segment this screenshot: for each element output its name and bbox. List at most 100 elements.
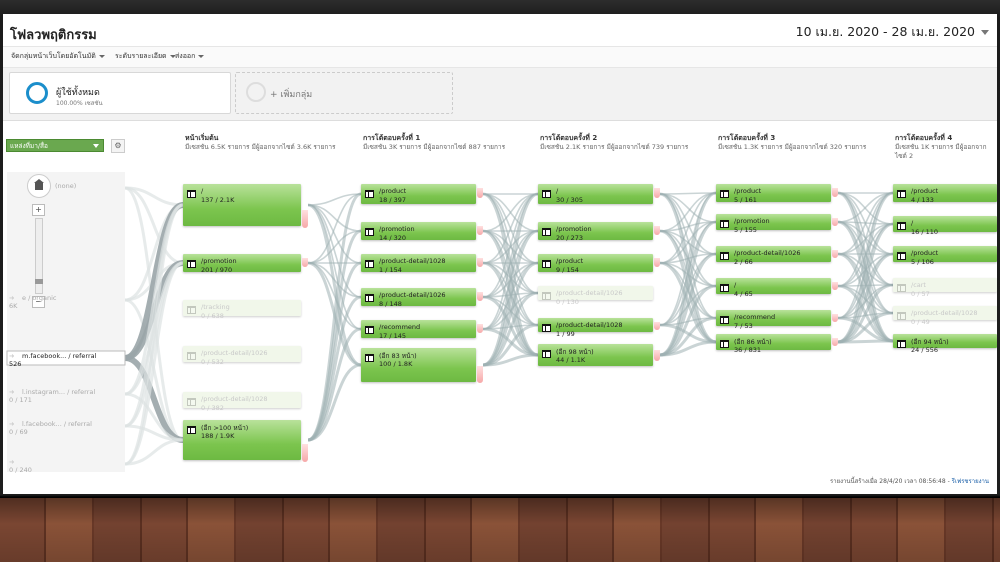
column-summary: มีเซสชัน 2.1K รายการ มีผู้ออกจากไซต์ 739… xyxy=(540,143,689,151)
analytics-panel: โฟลวพฤติกรรม 10 เม.ย. 2020 - 28 เม.ย. 20… xyxy=(3,14,997,494)
dropoff-indicator[interactable] xyxy=(654,258,660,267)
flow-node[interactable]: /137 / 2.1K xyxy=(183,184,301,226)
segment-all-users[interactable]: ผู้ใช้ทั้งหมด 100.00% เซสชัน xyxy=(9,72,231,114)
flow-node[interactable]: /recommend 7 / 53 xyxy=(716,310,831,330)
flow-node[interactable]: /product 4 / 133 xyxy=(893,184,997,204)
refresh-report-link[interactable]: รีเฟรชรายงาน xyxy=(952,478,989,485)
flow-node[interactable]: /recommend 17 / 145 xyxy=(361,320,476,340)
gear-icon[interactable]: ⚙ xyxy=(111,139,125,153)
auto-group-pages-menu[interactable]: จัดกลุ่มหน้าเว็บโดยอัตโนมัติ xyxy=(11,51,105,62)
segment-bar: ผู้ใช้ทั้งหมด 100.00% เซสชัน + เพิ่มกลุ่… xyxy=(3,68,997,121)
column-title: หน้าเริ่มต้น xyxy=(185,134,219,142)
flow-node[interactable]: (อีก 83 หน้า) 100 / 1.8K xyxy=(361,348,476,382)
dropoff-indicator[interactable] xyxy=(477,324,483,333)
node-page-name: /cart xyxy=(911,281,926,289)
flow-node[interactable]: /product-detail/1026 0 / 130 xyxy=(538,286,653,306)
flow-node[interactable]: (อีก 94 หน้า) 24 / 556 xyxy=(893,334,997,354)
flow-node[interactable]: /product 9 / 154 xyxy=(538,254,653,274)
arrow-right-icon: ➜ xyxy=(9,294,15,302)
dropoff-indicator[interactable] xyxy=(654,188,660,198)
empty-ring-icon xyxy=(246,82,266,102)
report-header: โฟลวพฤติกรรม 10 เม.ย. 2020 - 28 เม.ย. 20… xyxy=(3,14,997,44)
flow-node[interactable]: (อีก 86 หน้า) 36 / 831 xyxy=(716,334,831,354)
dropoff-indicator[interactable] xyxy=(477,188,483,198)
source-label: l.facebook... / referral xyxy=(22,420,92,428)
source-label: m.facebook... / referral xyxy=(22,352,97,360)
flow-node[interactable]: /product-detail/1026 2 / 66 xyxy=(716,246,831,266)
page-group-icon xyxy=(720,284,729,292)
flow-node[interactable]: /promotion 20 / 273 xyxy=(538,222,653,242)
dropoff-indicator[interactable] xyxy=(832,250,838,258)
dropoff-indicator[interactable] xyxy=(302,444,308,462)
page-group-icon xyxy=(365,294,374,302)
flow-node[interactable]: (อีก 98 หน้า) 44 / 1.1K xyxy=(538,344,653,366)
source-label: e / organic xyxy=(22,294,57,302)
zoom-slider[interactable] xyxy=(35,218,43,294)
flow-node[interactable]: /30 / 305 xyxy=(538,184,653,204)
dropoff-indicator[interactable] xyxy=(477,258,483,267)
flow-node[interactable]: /product-detail/1026 0 / 532 xyxy=(183,346,301,366)
source-row[interactable]: ➜ e / organic 6K xyxy=(9,294,56,310)
source-row[interactable]: ➜ 0 / 240 xyxy=(9,458,32,474)
dropoff-indicator[interactable] xyxy=(832,314,838,322)
node-stats: 36 / 831 xyxy=(734,346,761,354)
flow-node[interactable]: /promotion 201 / 970 xyxy=(183,254,301,274)
column-title: การโต้ตอบครั้งที่ 1 xyxy=(363,134,421,142)
add-segment-button[interactable]: + เพิ่มกลุ่ม xyxy=(235,72,453,114)
dropoff-indicator[interactable] xyxy=(832,338,838,346)
flow-node[interactable]: /product-detail/1028 0 / 49 xyxy=(893,306,997,326)
flow-node[interactable]: /promotion 14 / 320 xyxy=(361,222,476,242)
flow-node[interactable]: /promotion 5 / 155 xyxy=(716,214,831,234)
flow-node[interactable]: /product-detail/1028 1 / 154 xyxy=(361,254,476,274)
flow-node[interactable]: /product 18 / 397 xyxy=(361,184,476,204)
flow-node[interactable]: /product-detail/1026 8 / 148 xyxy=(361,288,476,308)
zoom-slider-thumb[interactable] xyxy=(35,279,43,284)
dropoff-indicator[interactable] xyxy=(832,188,838,197)
node-stats: 4 / 133 xyxy=(911,196,934,204)
node-stats: 201 / 970 xyxy=(201,266,233,274)
flow-node[interactable]: /4 / 65 xyxy=(716,278,831,298)
dimension-select-label: แหล่งที่มา/สื่อ xyxy=(10,141,48,150)
dropoff-indicator[interactable] xyxy=(654,322,660,330)
source-row[interactable]: (none) xyxy=(55,182,76,190)
dropoff-indicator[interactable] xyxy=(302,210,308,228)
flow-node[interactable]: /cart 0 / 57 xyxy=(893,278,997,298)
date-range-picker[interactable]: 10 เม.ย. 2020 - 28 เม.ย. 2020 xyxy=(796,22,989,42)
flow-node[interactable]: /product-detail/1028 1 / 99 xyxy=(538,318,653,338)
zoom-in-button[interactable]: + xyxy=(32,204,45,216)
node-page-name: / xyxy=(734,281,737,289)
dropoff-indicator[interactable] xyxy=(302,258,308,267)
source-value: 0 / 69 xyxy=(9,428,28,436)
source-row[interactable]: ➜ l.facebook... / referral 0 / 69 xyxy=(9,420,92,436)
node-stats: 8 / 148 xyxy=(379,300,402,308)
dropoff-indicator[interactable] xyxy=(654,350,660,361)
node-page-name: /product-detail/1026 xyxy=(201,349,268,357)
node-page-name: /promotion xyxy=(734,217,770,225)
home-pan-icon[interactable] xyxy=(27,174,51,198)
dimension-select[interactable]: แหล่งที่มา/สื่อ xyxy=(6,139,104,152)
flow-node[interactable]: /tracking 0 / 638 xyxy=(183,300,301,320)
column-header: การโต้ตอบครั้งที่ 1 มีเซสชัน 3K รายการ มี… xyxy=(363,134,535,152)
dropoff-indicator[interactable] xyxy=(477,366,483,383)
source-row[interactable]: ➜ l.instagram... / referral 0 / 171 xyxy=(9,388,95,404)
flow-node[interactable]: /product 5 / 106 xyxy=(893,246,997,266)
column-summary: มีเซสชัน 6.5K รายการ มีผู้ออกจากไซต์ 3.6… xyxy=(185,143,336,151)
node-page-name: /product-detail/1026 xyxy=(734,249,801,257)
dropoff-indicator[interactable] xyxy=(477,226,483,235)
dropoff-indicator[interactable] xyxy=(477,292,483,301)
flow-node[interactable]: (อีก >100 หน้า) 188 / 1.9K xyxy=(183,420,301,460)
source-row[interactable]: ➜ m.facebook... / referral 526 xyxy=(9,352,96,368)
page-group-icon xyxy=(365,260,374,268)
export-menu[interactable]: ส่งออก xyxy=(175,51,205,62)
dropoff-indicator[interactable] xyxy=(832,282,838,290)
dropoff-indicator[interactable] xyxy=(832,218,838,226)
dropoff-indicator[interactable] xyxy=(654,226,660,235)
behavior-flow-canvas[interactable]: แหล่งที่มา/สื่อ ⚙ + − (none) ➜ e / organic… xyxy=(3,122,997,474)
flow-node[interactable]: /product-detail/1028 0 / 382 xyxy=(183,392,301,412)
flow-node[interactable]: /product 5 / 161 xyxy=(716,184,831,204)
node-stats: 5 / 161 xyxy=(734,196,757,204)
page-group-icon xyxy=(187,260,196,268)
detail-level-menu[interactable]: ระดับรายละเอียด xyxy=(115,51,176,62)
flow-node[interactable]: /16 / 110 xyxy=(893,216,997,236)
node-stats: 137 / 2.1K xyxy=(201,196,235,204)
